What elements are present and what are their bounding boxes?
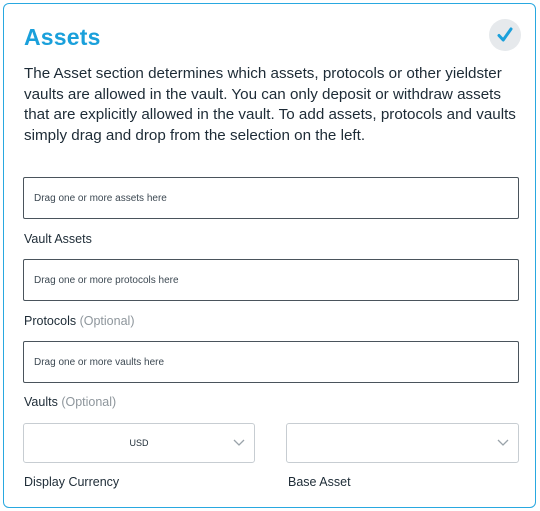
protocols-dropzone[interactable]: Drag one or more protocols here — [23, 259, 519, 301]
vaults-placeholder: Drag one or more vaults here — [34, 356, 165, 368]
base-asset-value — [287, 424, 518, 462]
display-currency-select[interactable]: USD — [23, 423, 255, 463]
protocols-optional-tag: (Optional) — [79, 314, 135, 328]
assets-card: Assets The Asset section determines whic… — [3, 3, 536, 508]
chevron-down-icon — [497, 439, 509, 446]
vault-assets-placeholder: Drag one or more assets here — [34, 192, 167, 204]
chevron-down-icon — [233, 439, 245, 446]
base-asset-select[interactable] — [286, 423, 519, 463]
vault-assets-label: Vault Assets — [24, 232, 92, 246]
protocols-label: Protocols (Optional) — [24, 314, 134, 328]
checkmark-icon — [497, 27, 513, 42]
display-currency-label: Display Currency — [24, 475, 120, 489]
protocols-placeholder: Drag one or more protocols here — [34, 274, 179, 286]
vaults-dropzone[interactable]: Drag one or more vaults here — [23, 341, 519, 383]
vaults-label: Vaults (Optional) — [24, 395, 116, 409]
vault-assets-dropzone[interactable]: Drag one or more assets here — [23, 177, 519, 219]
protocols-label-text: Protocols — [24, 314, 77, 328]
display-currency-value: USD — [129, 438, 149, 448]
vaults-label-text: Vaults — [24, 395, 58, 409]
section-title: Assets — [24, 24, 101, 50]
base-asset-label: Base Asset — [288, 475, 351, 489]
vaults-optional-tag: (Optional) — [61, 395, 117, 409]
completed-status — [489, 19, 521, 51]
section-description: The Asset section determines which asset… — [24, 65, 516, 144]
